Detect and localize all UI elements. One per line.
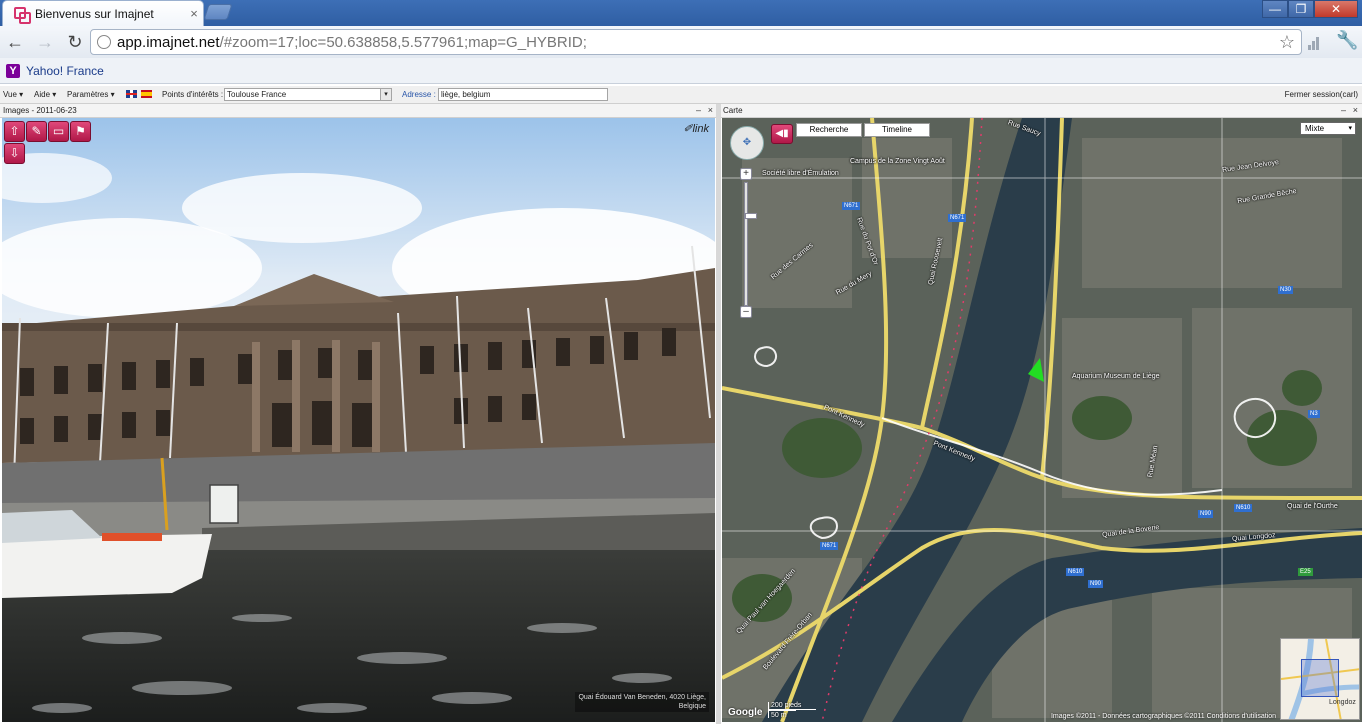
bookmarks-bar: Y Yahoo! France xyxy=(0,58,1362,84)
images-panel-header: Images - 2011-06-23 – × xyxy=(0,104,717,118)
overview-viewport[interactable] xyxy=(1301,659,1339,697)
satellite-map-image xyxy=(722,118,1362,722)
browser-titlebar: Bienvenus sur Imajnet × — ❐ ✕ xyxy=(0,0,1362,26)
road-sign: N671 xyxy=(948,214,967,222)
chevron-down-icon: ▾ xyxy=(1348,125,1352,132)
map-label: Campus de la Zone Vingt Août xyxy=(850,158,945,165)
chevron-down-icon[interactable]: ▾ xyxy=(380,89,391,100)
scale-meters: 50 m xyxy=(768,710,796,719)
tab-close-icon[interactable]: × xyxy=(185,6,203,21)
photo-address-line1: Quai Édouard Van Beneden, 4020 Liège, xyxy=(578,694,706,701)
close-panel-icon[interactable]: × xyxy=(708,105,713,115)
road-sign: N90 xyxy=(1198,510,1214,518)
zoom-slider[interactable] xyxy=(744,182,757,306)
map-label: Quai de l'Ourthe xyxy=(1287,503,1338,510)
map-copyright[interactable]: Images ©2011 - Données cartographiques ©… xyxy=(1051,713,1276,720)
zoom-out-button[interactable]: – xyxy=(740,306,752,318)
map-label: Société libre d'Émulation xyxy=(762,170,839,177)
road-sign: N3 xyxy=(1308,410,1320,418)
zoom-in-button[interactable]: + xyxy=(740,168,752,180)
flag-uk-icon[interactable] xyxy=(126,90,137,98)
overview-map[interactable]: Longdoz xyxy=(1280,638,1360,720)
tab-timeline[interactable]: Timeline xyxy=(864,123,930,137)
tab-title: Bienvenus sur Imajnet xyxy=(35,6,154,21)
ruler-icon[interactable]: ▭ xyxy=(48,121,69,142)
bookmark-star-icon[interactable]: ☆ xyxy=(1279,32,1295,53)
maximize-button[interactable]: ❐ xyxy=(1288,0,1314,18)
zoom-slider-handle[interactable] xyxy=(745,213,757,219)
url-path: /#zoom=17;loc=50.638858,5.577961;map=G_H… xyxy=(219,33,587,51)
road-sign: N30 xyxy=(1278,286,1294,294)
address-bar[interactable]: app.imajnet.net /#zoom=17;loc=50.638858,… xyxy=(90,29,1302,55)
browser-toolbar: ← → ↻ app.imajnet.net /#zoom=17;loc=50.6… xyxy=(0,26,1362,58)
menu-vue[interactable]: Vue ▾ xyxy=(3,90,23,99)
link-logo[interactable]: ✐link xyxy=(683,122,709,135)
street-photo-image xyxy=(2,118,715,722)
zoom-control: + – xyxy=(740,168,757,320)
map-label-aquarium: Aquarium Museum de Liège xyxy=(1072,373,1160,380)
road-sign: N610 xyxy=(1066,568,1085,576)
window-controls: — ❐ ✕ xyxy=(1262,0,1358,18)
address-label: Adresse : xyxy=(402,90,436,99)
images-panel-title: Images - 2011-06-23 xyxy=(3,106,77,115)
new-tab-button[interactable] xyxy=(203,4,233,20)
bookmark-yahoo-france[interactable]: Yahoo! France xyxy=(26,64,104,78)
forward-button[interactable]: → xyxy=(30,27,60,57)
scale-feet: 200 pieds xyxy=(768,702,816,710)
photo-toolbar-row2: ⇩ xyxy=(4,143,25,164)
marker-icon[interactable]: ⚑ xyxy=(70,121,91,142)
map-panel-title: Carte xyxy=(723,106,743,115)
scale-bar: 200 pieds 50 m xyxy=(768,702,816,719)
poi-select[interactable]: Toulouse France ▾ xyxy=(224,88,392,101)
upload-icon[interactable]: ⇧ xyxy=(4,121,25,142)
address-input[interactable]: liège, belgium xyxy=(438,88,608,101)
url-host: app.imajnet.net xyxy=(117,33,220,51)
back-button[interactable]: ← xyxy=(0,27,30,57)
poi-label: Points d'intérêts : xyxy=(162,90,224,99)
road-sign: N90 xyxy=(1088,580,1104,588)
globe-icon xyxy=(97,35,111,49)
app-menubar: Vue ▾ Aide ▾ Paramètres ▾ Points d'intér… xyxy=(0,86,1362,104)
map-panel-header: Carte – × xyxy=(720,104,1362,118)
flag-spain-icon[interactable] xyxy=(141,90,152,98)
signal-bars-icon[interactable] xyxy=(1308,34,1324,50)
poi-select-value: Toulouse France xyxy=(227,90,287,99)
reload-button[interactable]: ↻ xyxy=(60,27,90,57)
tab-recherche[interactable]: Recherche xyxy=(796,123,862,137)
map-type-select[interactable]: Mixte ▾ xyxy=(1300,122,1356,135)
imajnet-favicon-icon xyxy=(13,6,31,24)
app-window: Bienvenus sur Imajnet × — ❐ ✕ ← → ↻ app.… xyxy=(0,0,1362,724)
panel-splitter[interactable] xyxy=(716,104,721,724)
photo-address: Quai Édouard Van Beneden, 4020 Liège, Be… xyxy=(575,692,709,712)
photo-address-line2: Belgique xyxy=(678,703,706,710)
minimize-button[interactable]: — xyxy=(1262,0,1288,18)
menu-aide[interactable]: Aide ▾ xyxy=(34,90,56,99)
pencil-icon[interactable]: ✎ xyxy=(26,121,47,142)
map-viewer[interactable]: Rue Saucy Campus de la Zone Vingt Août S… xyxy=(722,118,1362,722)
pan-control[interactable]: ✥ xyxy=(730,126,764,160)
google-logo[interactable]: Google xyxy=(728,707,762,718)
streetview-icon[interactable]: ◀▮ xyxy=(771,124,793,144)
browser-tab-active[interactable]: Bienvenus sur Imajnet × xyxy=(2,0,204,26)
road-sign: N671 xyxy=(820,542,839,550)
photo-toolbar: ⇧ ✎ ▭ ⚑ xyxy=(4,121,91,142)
logout-link[interactable]: Fermer session(carl) xyxy=(1285,90,1358,99)
road-sign: E25 xyxy=(1298,568,1313,576)
road-sign: N610 xyxy=(1234,504,1253,512)
overview-label: Longdoz xyxy=(1329,699,1356,706)
yahoo-icon: Y xyxy=(6,63,20,78)
wrench-menu-icon[interactable]: 🔧 xyxy=(1336,30,1358,51)
street-photo-viewer[interactable]: ⇧ ✎ ▭ ⚑ ⇩ ✐link Quai Édouard Van Beneden… xyxy=(2,118,715,722)
close-window-button[interactable]: ✕ xyxy=(1314,0,1358,18)
minimize-panel-icon[interactable]: – xyxy=(1341,105,1346,115)
map-type-value: Mixte xyxy=(1305,124,1325,133)
download-icon[interactable]: ⇩ xyxy=(4,143,25,164)
menu-parametres[interactable]: Paramètres ▾ xyxy=(67,90,115,99)
road-sign: N671 xyxy=(842,202,861,210)
minimize-panel-icon[interactable]: – xyxy=(696,105,701,115)
close-panel-icon[interactable]: × xyxy=(1353,105,1358,115)
